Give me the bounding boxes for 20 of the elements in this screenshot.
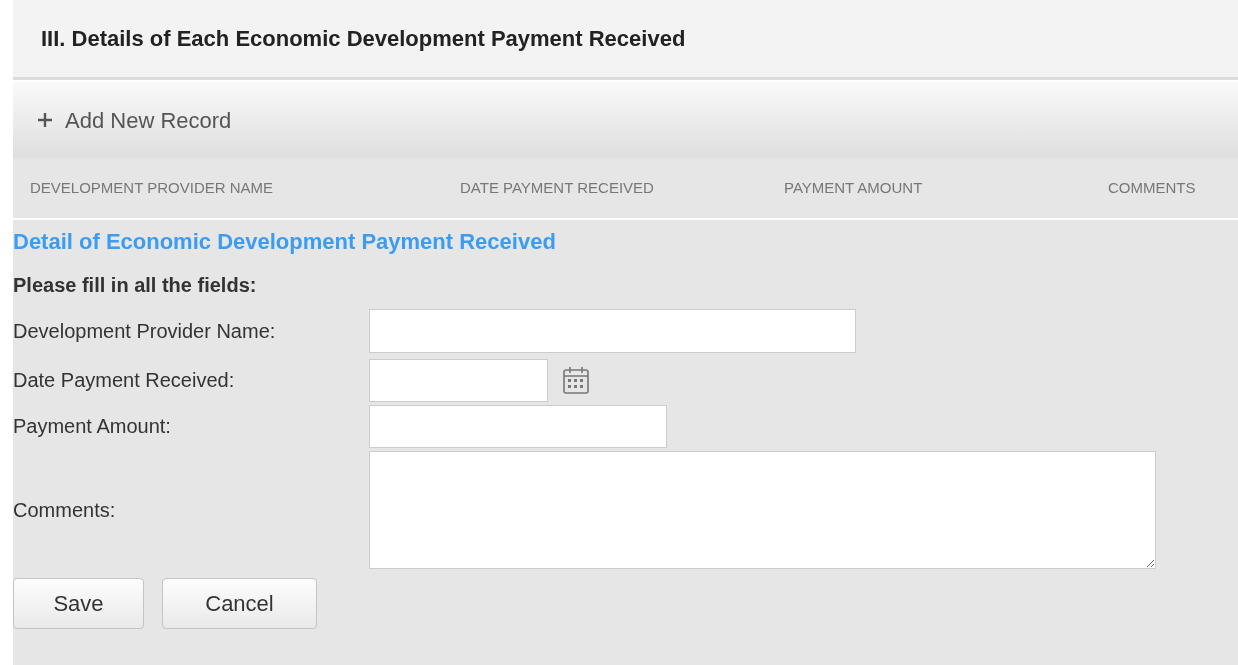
section-title: III. Details of Each Economic Development Payment Received xyxy=(41,25,686,53)
input-field[interactable] xyxy=(369,309,856,353)
column-header[interactable]: DATE PAYMENT RECEIVED xyxy=(460,178,654,196)
calendar-icon[interactable] xyxy=(562,365,590,395)
field-label: Development Provider Name: xyxy=(13,320,276,342)
input-field[interactable] xyxy=(369,404,667,448)
field-label: Payment Amount: xyxy=(13,415,171,437)
form-button[interactable]: Cancel xyxy=(162,578,317,629)
form-title: Detail of Economic Development Payment Received xyxy=(13,228,557,256)
column-header[interactable]: DEVELOPMENT PROVIDER NAME xyxy=(30,178,274,196)
form-button[interactable]: Save xyxy=(13,578,144,629)
column-header[interactable]: COMMENTS xyxy=(1108,178,1196,196)
field-label: Comments: xyxy=(13,499,116,521)
add-record-button[interactable]: Add New Record xyxy=(37,103,232,137)
date-field[interactable] xyxy=(369,358,548,402)
field-label: Date Payment Received: xyxy=(13,369,235,391)
comments-field[interactable] xyxy=(369,451,1156,569)
form-instruction: Please fill in all the fields: xyxy=(13,273,258,297)
column-header[interactable]: PAYMENT AMOUNT xyxy=(784,178,923,196)
plus-icon xyxy=(37,112,53,128)
